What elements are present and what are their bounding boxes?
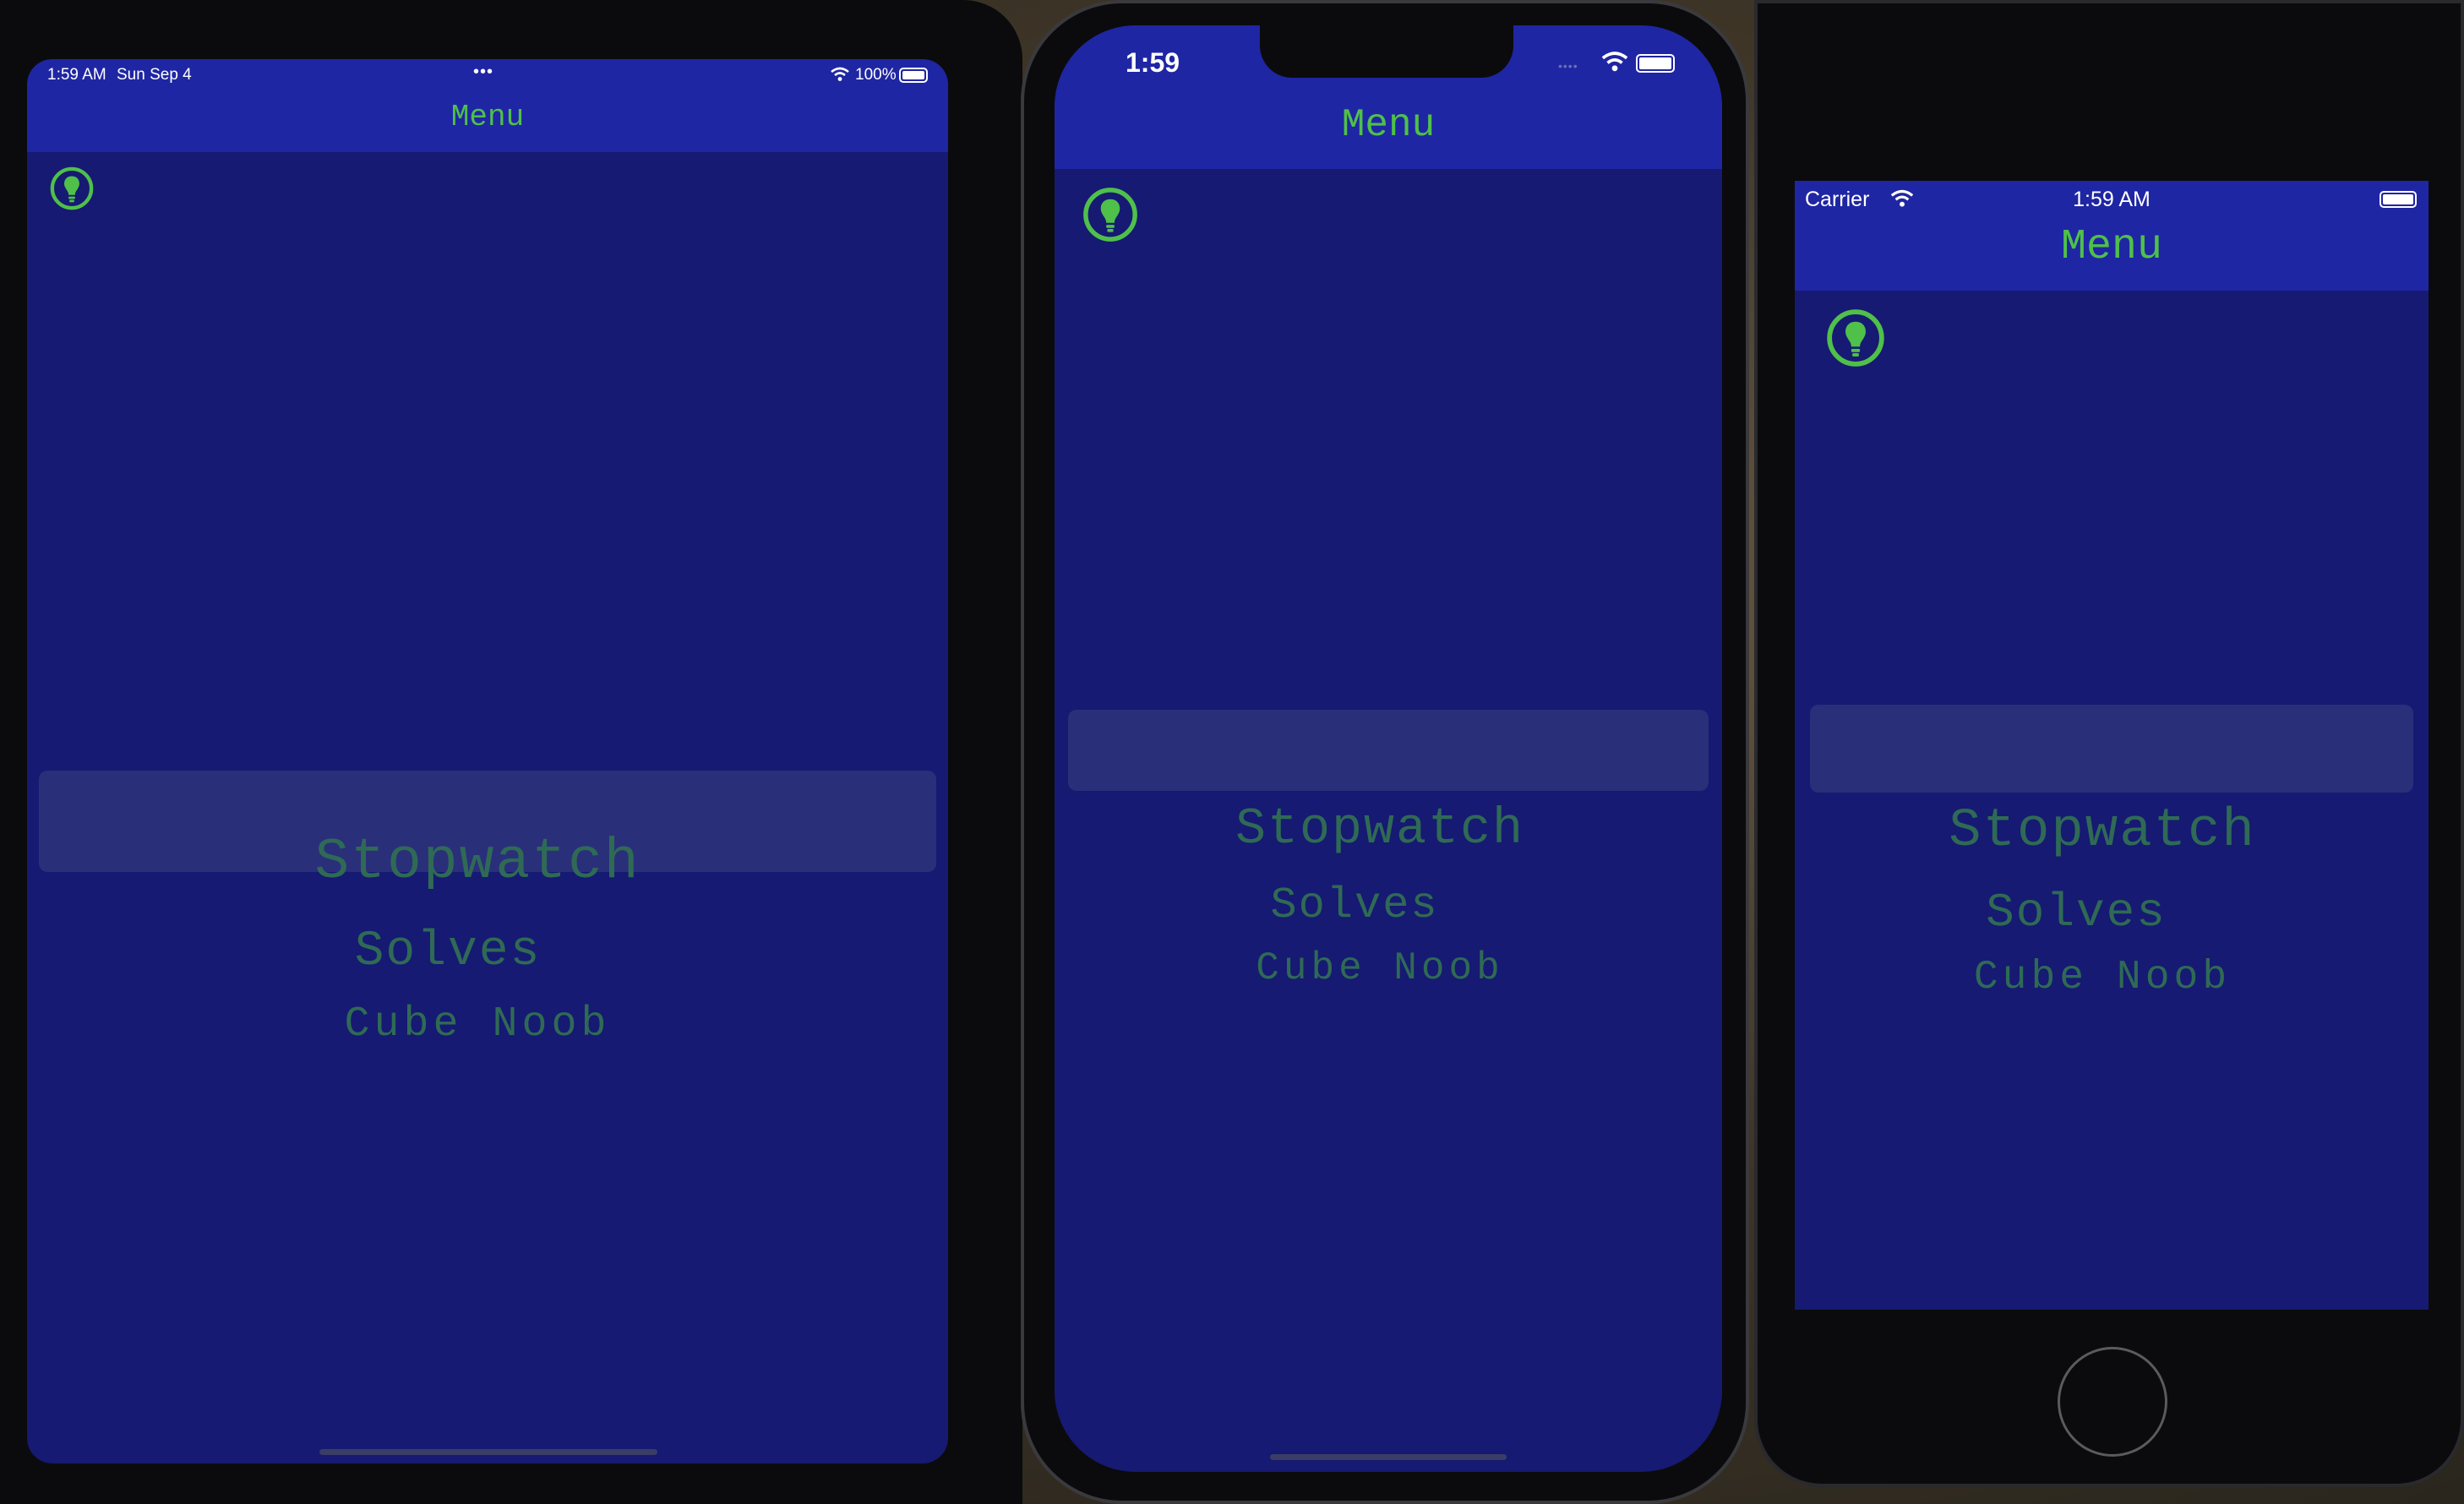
menu-picker[interactable]: Stopwatch Solves Cube Noob xyxy=(1055,169,1722,1472)
ipad-home-indicator[interactable] xyxy=(319,1449,657,1455)
iphone-notch-screen: 1:59 •••• Menu Stopwatch Solves Cube Noo… xyxy=(1055,25,1722,1472)
iphone-se-content: Stopwatch Solves Cube Noob xyxy=(1795,291,2429,1310)
picker-item-solves[interactable]: Solves xyxy=(1055,880,1722,930)
ipad-battery-percent: 100% xyxy=(855,66,897,84)
picker-item-stopwatch[interactable]: Stopwatch xyxy=(1795,801,2429,862)
iphone-se-device: Carrier 1:59 AM Menu Stopwatch Solves Cu… xyxy=(1754,0,2464,1487)
wifi-icon xyxy=(1601,52,1628,72)
battery-icon xyxy=(1636,54,1675,73)
ipad-status-date: Sun Sep 4 xyxy=(117,66,192,84)
iphone-notch-device: 1:59 •••• Menu Stopwatch Solves Cube Noo… xyxy=(1021,0,1749,1504)
ipad-status-time: 1:59 AM xyxy=(47,66,106,84)
notch xyxy=(1260,25,1513,78)
ipad-content: Stopwatch Solves Cube Noob xyxy=(27,152,948,1463)
ipad-nav-title: Menu xyxy=(450,100,525,134)
iphone-se-nav-title: Menu xyxy=(2060,223,2163,271)
picker-item-stopwatch[interactable]: Stopwatch xyxy=(1055,801,1722,858)
iphone-notch-navbar: 1:59 •••• Menu xyxy=(1055,25,1722,169)
iphone-notch-nav-title: Menu xyxy=(1341,103,1436,147)
signal-dots: •••• xyxy=(1558,59,1578,73)
battery-icon xyxy=(2380,191,2417,208)
menu-picker[interactable]: Stopwatch Solves Cube Noob xyxy=(1795,291,2429,1310)
picker-item-cube-noob[interactable]: Cube Noob xyxy=(1795,955,2429,1000)
wifi-icon xyxy=(831,67,849,81)
iphone-notch-home-indicator[interactable] xyxy=(1270,1454,1507,1460)
picker-item-solves[interactable]: Solves xyxy=(1795,886,2429,940)
menu-picker[interactable]: Stopwatch Solves Cube Noob xyxy=(27,152,948,1463)
home-button[interactable] xyxy=(2058,1347,2167,1457)
iphone-se-status-time: 1:59 AM xyxy=(2073,188,2151,211)
ipad-device: 1:59 AM Sun Sep 4 ••• 100% Menu Stopwatc… xyxy=(0,0,1022,1504)
picker-item-solves[interactable]: Solves xyxy=(27,924,948,979)
ipad-navbar: 1:59 AM Sun Sep 4 ••• 100% Menu xyxy=(27,59,948,152)
iphone-se-screen: Carrier 1:59 AM Menu Stopwatch Solves Cu… xyxy=(1795,181,2429,1310)
battery-icon xyxy=(899,68,928,83)
iphone-se-navbar: Carrier 1:59 AM Menu xyxy=(1795,181,2429,291)
ipad-multitask-dots[interactable]: ••• xyxy=(473,63,493,82)
picker-item-stopwatch[interactable]: Stopwatch xyxy=(27,830,948,895)
ipad-screen: 1:59 AM Sun Sep 4 ••• 100% Menu Stopwatc… xyxy=(27,59,948,1463)
iphone-notch-status-time: 1:59 xyxy=(1126,47,1180,78)
picker-item-cube-noob[interactable]: Cube Noob xyxy=(1055,946,1722,990)
iphone-notch-content: Stopwatch Solves Cube Noob xyxy=(1055,169,1722,1472)
picker-item-cube-noob[interactable]: Cube Noob xyxy=(27,1000,948,1049)
